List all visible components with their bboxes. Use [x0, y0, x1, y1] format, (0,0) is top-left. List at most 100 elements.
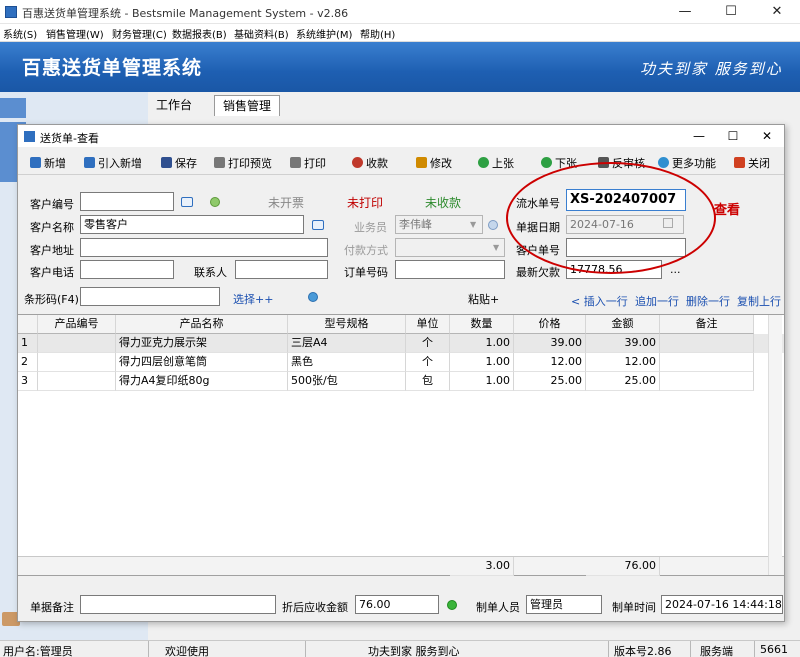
customer-phone-input[interactable]	[80, 260, 174, 279]
minimize-icon[interactable]: —	[662, 0, 708, 24]
save-icon	[161, 157, 172, 168]
cell-qty[interactable]: 1.00	[450, 353, 514, 372]
cell-qty[interactable]: 1.00	[450, 334, 514, 353]
header-amount[interactable]: 金额	[586, 315, 660, 334]
customer-code-input[interactable]	[80, 192, 174, 211]
customer-name-lookup-icon[interactable]	[312, 220, 324, 230]
paste-link[interactable]: 粘贴+	[468, 291, 499, 307]
doc-title-bar: 送货单-查看 — ☐ ✕	[18, 125, 784, 147]
tab-sales[interactable]: 销售管理	[214, 95, 281, 116]
close-button[interactable]: 关闭	[734, 154, 770, 171]
status-separator	[608, 641, 609, 657]
cell-amount[interactable]: 39.00	[586, 334, 660, 353]
header-qty[interactable]: 数量	[450, 315, 514, 334]
cell-product-name[interactable]: 得力四层创意笔筒	[116, 353, 288, 372]
cell-remark[interactable]	[660, 353, 754, 372]
header-product-code[interactable]: 产品编号	[38, 315, 116, 334]
items-grid[interactable]: 产品编号 产品名称 型号规格 单位 数量 价格 金额 备注 1 得力亚克力展示架…	[18, 314, 784, 576]
new-button[interactable]: 新增	[30, 154, 66, 171]
table-row[interactable]: 1 得力亚克力展示架 三层A4 个 1.00 39.00 39.00	[18, 334, 784, 353]
grid-vscrollbar[interactable]	[768, 315, 782, 575]
cell-remark[interactable]	[660, 334, 754, 353]
salesman-icon[interactable]	[488, 220, 498, 230]
print-button[interactable]: 打印	[290, 154, 326, 171]
cell-price[interactable]: 12.00	[514, 353, 586, 372]
insert-row-link[interactable]: < 插入一行	[571, 293, 628, 309]
customer-addr-input[interactable]	[80, 238, 328, 257]
customer-name-input[interactable]: 零售客户	[80, 215, 304, 234]
close-window-icon[interactable]: ✕	[754, 0, 800, 24]
cell-spec[interactable]: 500张/包	[288, 372, 406, 391]
status-bar: 用户名:管理员 欢迎使用 功夫到家 服务到心 版本号2.86 服务端 5661	[0, 640, 800, 657]
doc-minimize-icon[interactable]: —	[682, 125, 716, 147]
cell-product-code[interactable]	[38, 372, 116, 391]
receivable-status-icon[interactable]	[447, 600, 457, 610]
contact-input[interactable]	[235, 260, 328, 279]
cell-amount[interactable]: 25.00	[586, 372, 660, 391]
select-link[interactable]: 选择++	[233, 291, 273, 307]
delete-row-link[interactable]: 删除一行	[686, 293, 730, 309]
cell-unit[interactable]: 个	[406, 353, 450, 372]
cell-price[interactable]: 25.00	[514, 372, 586, 391]
cell-product-name[interactable]: 得力亚克力展示架	[116, 334, 288, 353]
grid-header-row: 产品编号 产品名称 型号规格 单位 数量 价格 金额 备注	[18, 315, 784, 334]
menu-finance[interactable]: 财务管理(C)	[112, 26, 167, 41]
more-functions-button[interactable]: 更多功能	[658, 154, 716, 171]
menu-basic-data[interactable]: 基础资料(B)	[234, 26, 289, 41]
nav-block[interactable]	[0, 98, 26, 118]
header-price[interactable]: 价格	[514, 315, 586, 334]
order-no-label: 订单号码	[344, 266, 388, 279]
cell-remark[interactable]	[660, 372, 754, 391]
cell-unit[interactable]: 包	[406, 372, 450, 391]
globe-icon[interactable]	[308, 292, 318, 302]
import-new-button[interactable]: 引入新增	[84, 154, 142, 171]
receive-payment-button[interactable]: 收款	[352, 154, 388, 171]
arrears-more-button[interactable]: ...	[670, 263, 681, 276]
menu-maintenance[interactable]: 系统维护(M)	[296, 26, 352, 41]
banner-title: 百惠送货单管理系统	[22, 57, 203, 79]
table-row[interactable]: 3 得力A4复印纸80g 500张/包 包 1.00 25.00 25.00	[18, 372, 784, 391]
cell-index: 2	[18, 353, 38, 372]
menu-sales[interactable]: 销售管理(W)	[46, 26, 104, 41]
doc-close-icon[interactable]: ✕	[750, 125, 784, 147]
append-row-link[interactable]: 追加一行	[635, 293, 679, 309]
order-no-input[interactable]	[395, 260, 505, 279]
menu-reports[interactable]: 数据报表(B)	[172, 26, 227, 41]
doc-maximize-icon[interactable]: ☐	[716, 125, 750, 147]
customer-status-icon[interactable]	[210, 197, 220, 207]
header-product-name[interactable]: 产品名称	[116, 315, 288, 334]
barcode-label: 条形码(F4)	[24, 293, 79, 306]
barcode-input[interactable]	[80, 287, 220, 306]
receive-payment-label: 收款	[366, 156, 388, 170]
table-row[interactable]: 2 得力四层创意笔筒 黑色 个 1.00 12.00 12.00	[18, 353, 784, 372]
plus-icon	[30, 157, 41, 168]
cell-amount[interactable]: 12.00	[586, 353, 660, 372]
prev-button[interactable]: 上张	[478, 154, 514, 171]
customer-lookup-icon[interactable]	[181, 197, 193, 207]
cell-product-code[interactable]	[38, 334, 116, 353]
header-remark[interactable]: 备注	[660, 315, 754, 334]
cell-price[interactable]: 39.00	[514, 334, 586, 353]
cell-spec[interactable]: 三层A4	[288, 334, 406, 353]
print-preview-button[interactable]: 打印预览	[214, 154, 272, 171]
status-separator	[754, 641, 755, 657]
cell-spec[interactable]: 黑色	[288, 353, 406, 372]
cell-qty[interactable]: 1.00	[450, 372, 514, 391]
header-unit[interactable]: 单位	[406, 315, 450, 334]
remark-input[interactable]	[80, 595, 276, 614]
customer-addr-label: 客户地址	[30, 244, 74, 257]
edit-button[interactable]: 修改	[416, 154, 452, 171]
menu-help[interactable]: 帮助(H)	[360, 26, 395, 41]
cell-product-code[interactable]	[38, 353, 116, 372]
receivable-input[interactable]: 76.00	[355, 595, 439, 614]
cell-unit[interactable]: 个	[406, 334, 450, 353]
menu-system[interactable]: 系统(S)	[3, 26, 37, 41]
annotation-ellipse	[506, 162, 716, 274]
maximize-icon[interactable]: ☐	[708, 0, 754, 24]
cell-product-name[interactable]: 得力A4复印纸80g	[116, 372, 288, 391]
payment-method-select[interactable]	[395, 238, 505, 257]
header-spec[interactable]: 型号规格	[288, 315, 406, 334]
copy-row-link[interactable]: 复制上行	[737, 293, 781, 309]
save-button[interactable]: 保存	[161, 154, 197, 171]
tab-workbench[interactable]: 工作台	[148, 95, 200, 116]
